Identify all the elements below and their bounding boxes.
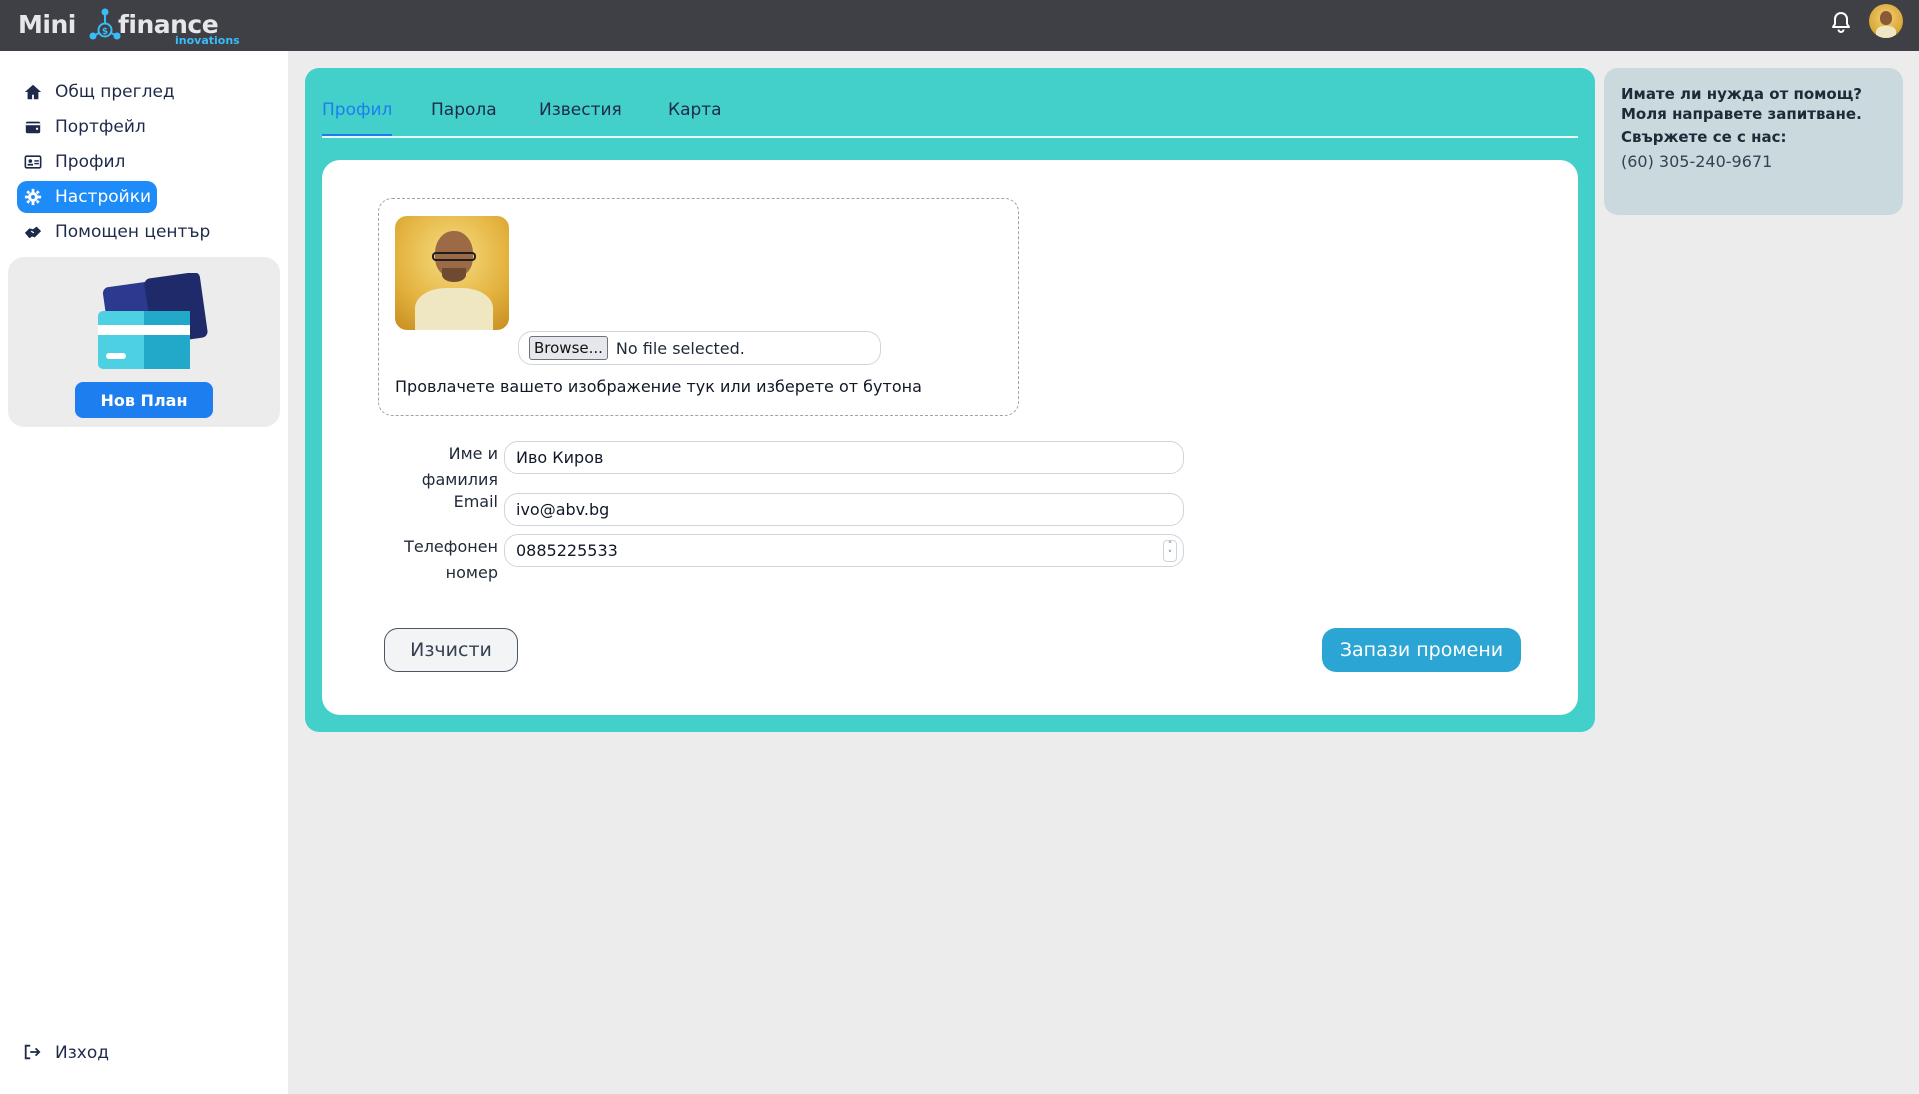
app-logo[interactable]: Mini $ finance inovations xyxy=(18,4,248,48)
user-avatar[interactable] xyxy=(1869,4,1903,38)
profile-form-card: Browse... No file selected. Провлачете в… xyxy=(322,160,1578,715)
id-card-icon xyxy=(23,152,43,172)
logo-subtitle: inovations xyxy=(175,34,240,47)
image-dropzone[interactable]: Browse... No file selected. Провлачете в… xyxy=(378,198,1019,416)
top-bar: Mini $ finance inovations xyxy=(0,0,1919,51)
sidebar-nav: Общ преглед Портфейл Профил Настройки По… xyxy=(17,76,277,251)
email-label: Email xyxy=(453,492,498,511)
profile-photo xyxy=(395,216,509,330)
home-icon xyxy=(23,82,43,102)
logo-network-icon: $ xyxy=(89,8,121,40)
sidebar-item-profile[interactable]: Профил xyxy=(17,146,131,178)
svg-text:$: $ xyxy=(102,27,108,37)
name-label-line1: Име и xyxy=(448,444,498,463)
sidebar: Общ преглед Портфейл Профил Настройки По… xyxy=(0,51,288,1094)
phone-field[interactable]: 0885225533 ˄ ˅ xyxy=(504,534,1184,567)
logout-label: Изход xyxy=(55,1043,109,1063)
credit-cards-illustration xyxy=(98,273,208,369)
tab-notifications[interactable]: Известия xyxy=(539,98,622,136)
logout-icon xyxy=(23,1043,43,1063)
settings-panel: Профил Парола Известия Карта Browse... N… xyxy=(305,68,1595,732)
sidebar-item-label: Настройки xyxy=(55,187,152,207)
sidebar-item-wallet[interactable]: Портфейл xyxy=(17,111,152,143)
phone-label-line2: номер xyxy=(445,563,498,582)
promo-card: Нов План xyxy=(8,257,280,427)
browse-button[interactable]: Browse... xyxy=(529,336,608,360)
sidebar-item-settings[interactable]: Настройки xyxy=(17,181,158,213)
phone-label: Телефонен номер xyxy=(378,534,498,586)
help-contact-label: Свържете се с нас: xyxy=(1621,128,1787,146)
clear-button[interactable]: Изчисти xyxy=(384,628,518,672)
logout-link[interactable]: Изход xyxy=(23,1043,109,1063)
name-field[interactable]: Иво Киров xyxy=(504,441,1184,474)
wallet-icon xyxy=(23,117,43,137)
settings-tabs: Профил Парола Известия Карта xyxy=(322,98,1578,138)
file-input[interactable]: Browse... No file selected. xyxy=(518,331,881,365)
dropzone-hint: Провлачете вашето изображение тук или из… xyxy=(395,377,922,396)
sidebar-item-help-center[interactable]: Помощен център xyxy=(17,216,216,248)
tab-password[interactable]: Парола xyxy=(431,98,497,136)
name-label: Име и фамилия xyxy=(378,441,498,493)
help-box: Имате ли нужда от помощ? Моля направете … xyxy=(1604,68,1903,215)
number-spinner[interactable]: ˄ ˅ xyxy=(1163,540,1177,562)
bell-icon[interactable] xyxy=(1829,10,1853,34)
sidebar-item-overview[interactable]: Общ преглед xyxy=(17,76,181,108)
handshake-icon xyxy=(23,222,43,242)
phone-value: 0885225533 xyxy=(516,541,618,560)
sidebar-item-label: Портфейл xyxy=(55,117,146,137)
new-plan-button[interactable]: Нов План xyxy=(75,382,213,418)
email-field[interactable]: ivo@abv.bg xyxy=(504,493,1184,526)
help-question: Имате ли нужда от помощ? Моля направете … xyxy=(1621,85,1863,123)
sidebar-item-label: Помощен център xyxy=(55,222,211,242)
tab-card[interactable]: Карта xyxy=(668,98,722,136)
help-phone[interactable]: (60) 305-240-9671 xyxy=(1621,152,1886,171)
tab-profile[interactable]: Профил xyxy=(322,98,393,136)
sidebar-item-label: Профил xyxy=(55,152,126,172)
gear-icon xyxy=(23,187,43,207)
file-status: No file selected. xyxy=(615,338,745,358)
phone-label-line1: Телефонен xyxy=(404,537,498,556)
sidebar-item-label: Общ преглед xyxy=(55,82,175,102)
save-changes-button[interactable]: Запази промени xyxy=(1322,628,1521,672)
logo-word-mini: Mini xyxy=(18,10,76,39)
